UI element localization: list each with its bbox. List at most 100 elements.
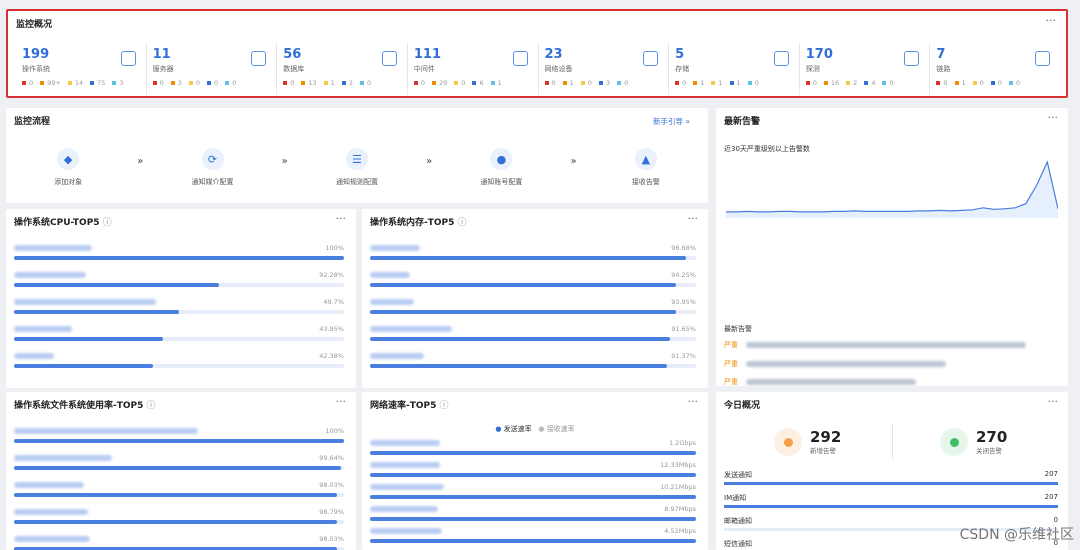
top5-row[interactable]: 91.37%: [370, 349, 696, 376]
stat-count: 0: [617, 79, 628, 87]
row-name-redacted: [370, 484, 444, 490]
top5-row[interactable]: 100%: [14, 241, 344, 268]
row-name-redacted: [370, 272, 410, 278]
row-bar-track: [370, 495, 696, 499]
row-name-redacted: [14, 455, 112, 461]
top5-row[interactable]: 91.65%: [370, 322, 696, 349]
top5-row[interactable]: 92.28%: [14, 268, 344, 295]
top5-row[interactable]: 4.52Mbps: [370, 524, 696, 546]
flow-step-label: 通知规则配置: [335, 178, 378, 186]
info-icon: ⓘ: [146, 401, 156, 411]
top5-row[interactable]: 98.03%: [14, 478, 344, 505]
row-bar-track: [370, 310, 696, 314]
fs-title: 操作系统文件系统使用率-TOP5 ⓘ: [14, 401, 156, 411]
overview-more-icon[interactable]: ···: [1046, 14, 1057, 27]
top5-row[interactable]: 96.68%: [370, 241, 696, 268]
flow-step[interactable]: ◆ 添加对象: [13, 148, 123, 187]
row-value: 92.28%: [319, 271, 344, 279]
row-bar-fill: [370, 283, 677, 287]
top5-row[interactable]: 49.7%: [14, 295, 344, 322]
alarm-text-redacted: [746, 379, 916, 386]
overview-card: 监控概况 ··· 199 操作系统 0 99+ 14 75 3 11 服务器 0 3 0 0 0 56 数据库…: [6, 9, 1068, 98]
stat-count: 1: [323, 79, 335, 87]
top5-row[interactable]: 94.25%: [370, 268, 696, 295]
overview-tile[interactable]: 199 操作系统 0 99+ 14 75 3: [16, 43, 147, 95]
legend-recv[interactable]: 接收速率: [547, 425, 575, 433]
overview-tile[interactable]: 5 存储 0 1 1 1 0: [669, 43, 800, 95]
overview-tile[interactable]: 111 中间件 0 29 0 6 1: [408, 43, 539, 95]
row-bar-track: [14, 310, 344, 314]
row-bar-fill: [14, 439, 344, 443]
row-bar-track: [370, 517, 696, 521]
top5-row[interactable]: 93.95%: [370, 295, 696, 322]
overview-tile[interactable]: 23 网络设备 0 1 0 3 0: [539, 43, 670, 95]
row-bar-fill: [14, 256, 344, 260]
row-bar-track: [14, 466, 344, 470]
row-name-redacted: [14, 272, 86, 278]
top5-row[interactable]: 98.79%: [14, 505, 344, 532]
stat-count: 0: [972, 79, 984, 87]
top5-row[interactable]: 8.97Mbps: [370, 502, 696, 524]
row-name-redacted: [14, 428, 198, 434]
monitor-flow-card: 监控流程 新手引导 » ◆ 添加对象 » ⟳ 通知媒介配置 » ☰ 通知规则配置 » ● 通知账号配…: [6, 108, 708, 203]
row-value: 8.97Mbps: [664, 505, 696, 513]
alarm-row[interactable]: 严重: [724, 355, 1054, 374]
fs-more-icon[interactable]: ···: [336, 395, 347, 408]
row-name-redacted: [370, 462, 440, 468]
stat-count: 3: [112, 79, 124, 87]
flow-step[interactable]: ⟳ 通知媒介配置: [158, 148, 268, 187]
top5-row[interactable]: 42.38%: [14, 349, 344, 376]
flow-step-label: 通知媒介配置: [191, 178, 234, 186]
beginner-guide-link[interactable]: 新手引导 »: [653, 116, 690, 127]
overview-tile[interactable]: 170 探测 0 16 2 4 0: [800, 43, 931, 95]
today-title: 今日概况: [724, 401, 761, 411]
overview-tile[interactable]: 7 链路 0 1 0 0 0: [930, 43, 1060, 95]
overview-tile[interactable]: 56 数据库 0 13 1 2 0: [277, 43, 408, 95]
stat-count: 3: [170, 79, 182, 87]
alarm-trend-chart: [726, 160, 1058, 218]
new-alarm-kpi: 292 新增告警: [774, 428, 841, 456]
flow-step-icon: ●: [490, 148, 513, 170]
row-bar-track: [370, 256, 696, 260]
row-bar-fill: [370, 364, 667, 368]
cpu-more-icon[interactable]: ···: [336, 212, 347, 225]
alarm-row[interactable]: 严重: [724, 373, 1054, 386]
cpu-title: 操作系统CPU-TOP5 ⓘ: [14, 218, 112, 228]
top5-row[interactable]: 100%: [14, 424, 344, 451]
tile-stats: 0 13 1 2 0: [283, 79, 401, 87]
top5-row[interactable]: 1.2Gbps: [370, 436, 696, 458]
today-more-icon[interactable]: ···: [1048, 395, 1059, 408]
row-name-redacted: [14, 245, 92, 251]
row-bar-fill: [370, 337, 670, 341]
flow-step-icon: ◆: [57, 148, 80, 170]
row-bar-fill: [14, 520, 338, 524]
top5-row[interactable]: 43.95%: [14, 322, 344, 349]
stat-count: 1: [490, 79, 502, 87]
row-bar-track: [14, 337, 344, 341]
net-more-icon[interactable]: ···: [688, 395, 699, 408]
overview-tile[interactable]: 11 服务器 0 3 0 0 0: [147, 43, 278, 95]
flow-step[interactable]: ☰ 通知规则配置: [302, 148, 412, 187]
tile-icon: [381, 51, 397, 66]
top5-row[interactable]: 10.21Mbps: [370, 480, 696, 502]
legend-send[interactable]: 发送速率: [504, 425, 532, 433]
stat-count: 1: [954, 79, 966, 87]
top5-row[interactable]: 98.03%: [14, 532, 344, 550]
row-bar-track: [14, 283, 344, 287]
alarm-row[interactable]: 严重: [724, 336, 1054, 355]
cpu-top5-card: 操作系统CPU-TOP5 ⓘ ··· 100% 92.28% 49.7% 43.95%…: [6, 209, 356, 388]
top5-row[interactable]: 12.33Mbps: [370, 458, 696, 480]
row-bar-track: [370, 539, 696, 543]
info-icon: ⓘ: [457, 218, 467, 228]
memory-more-icon[interactable]: ···: [688, 212, 699, 225]
stat-count: 0: [805, 79, 817, 87]
stat-count: 0: [359, 79, 371, 87]
tile-icon: [251, 51, 267, 66]
flow-step[interactable]: ▲ 接收告警: [591, 148, 701, 187]
row-value: 12.33Mbps: [660, 461, 696, 469]
row-value: 43.95%: [319, 325, 344, 333]
flow-step[interactable]: ● 通知账号配置: [446, 148, 556, 187]
row-name-redacted: [370, 506, 438, 512]
alarm-more-icon[interactable]: ···: [1048, 111, 1059, 124]
top5-row[interactable]: 99.64%: [14, 451, 344, 478]
